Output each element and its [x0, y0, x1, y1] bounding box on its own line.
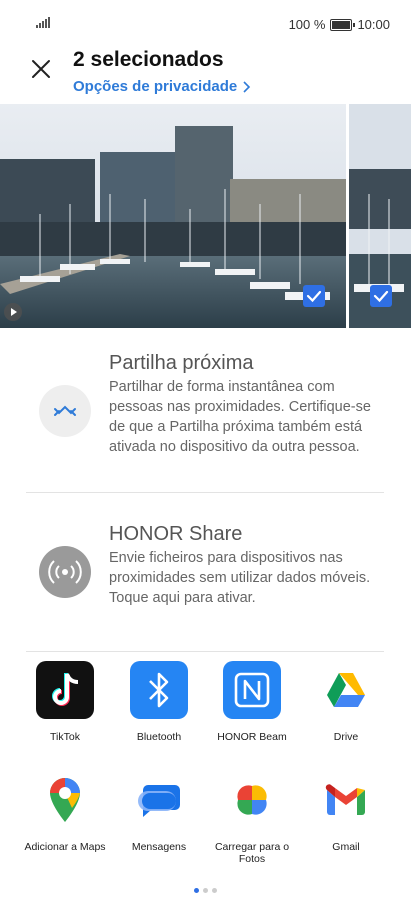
page-dot [212, 888, 217, 893]
selected-photo[interactable] [0, 104, 346, 328]
maps-icon [36, 771, 94, 829]
app-honor-beam[interactable]: HONOR Beam [202, 661, 302, 743]
privacy-options-link[interactable]: Opções de privacidade [73, 78, 251, 95]
messages-icon [130, 771, 188, 829]
status-bar: 100 % 10:00 [0, 0, 411, 48]
honor-share-title: HONOR Share [109, 523, 243, 545]
divider [26, 492, 384, 493]
page-indicator [194, 888, 217, 893]
selected-photos-strip[interactable] [0, 104, 411, 328]
checkbox-selected[interactable] [370, 285, 392, 307]
app-tiktok[interactable]: TikTok [15, 661, 115, 743]
app-drive[interactable]: Drive [296, 661, 396, 743]
selected-photo[interactable] [349, 104, 411, 328]
nearby-share-description: Partilhar de forma instantânea com pesso… [109, 379, 371, 455]
honor-share-description: Envie ficheiros para dispositivos nas pr… [109, 550, 371, 606]
app-label: Mensagens [131, 841, 187, 853]
page-dot-active [194, 888, 199, 893]
bluetooth-icon [130, 661, 188, 719]
app-gmail[interactable]: Gmail [296, 771, 396, 853]
divider [26, 651, 384, 652]
app-label: Gmail [332, 841, 360, 853]
check-icon [306, 290, 322, 303]
battery-percent: 100 % [288, 17, 326, 32]
page-dot [203, 888, 208, 893]
app-label: HONOR Beam [217, 731, 287, 743]
drive-icon [317, 661, 375, 719]
photos-icon [223, 771, 281, 829]
nearby-share-title: Partilha próxima [109, 352, 254, 374]
clock: 10:00 [357, 17, 390, 32]
app-label: Carregar para o Fotos [214, 841, 290, 865]
app-bluetooth[interactable]: Bluetooth [109, 661, 209, 743]
app-maps[interactable]: Adicionar a Maps [15, 771, 115, 853]
check-icon [373, 290, 389, 303]
app-label: TikTok [50, 731, 80, 743]
close-icon [32, 60, 50, 78]
app-label: Drive [333, 731, 359, 743]
chevron-right-icon [243, 80, 251, 93]
app-google-photos[interactable]: Carregar para o Fotos [202, 771, 302, 865]
tiktok-icon [36, 661, 94, 719]
wireless-broadcast-icon [39, 546, 91, 598]
nfc-icon [223, 661, 281, 719]
gmail-icon [317, 771, 375, 829]
share-header: 2 selecionados Opções de privacidade [0, 44, 411, 104]
page-title: 2 selecionados [73, 48, 224, 71]
signal-icon [36, 17, 50, 28]
app-label: Adicionar a Maps [24, 841, 106, 853]
checkbox-selected[interactable] [303, 285, 325, 307]
harbor-photo-image [0, 104, 346, 328]
play-icon [4, 303, 22, 321]
nearby-share-icon [39, 385, 91, 437]
nearby-share-option[interactable]: Partilha próxima Partilhar de forma inst… [0, 340, 411, 490]
app-messages[interactable]: Mensagens [109, 771, 209, 853]
honor-share-option[interactable]: HONOR Share Envie ficheiros para disposi… [0, 510, 411, 640]
privacy-options-label: Opções de privacidade [73, 78, 238, 95]
battery-icon [330, 18, 356, 31]
app-label: Bluetooth [136, 731, 182, 743]
close-button[interactable] [28, 56, 54, 82]
